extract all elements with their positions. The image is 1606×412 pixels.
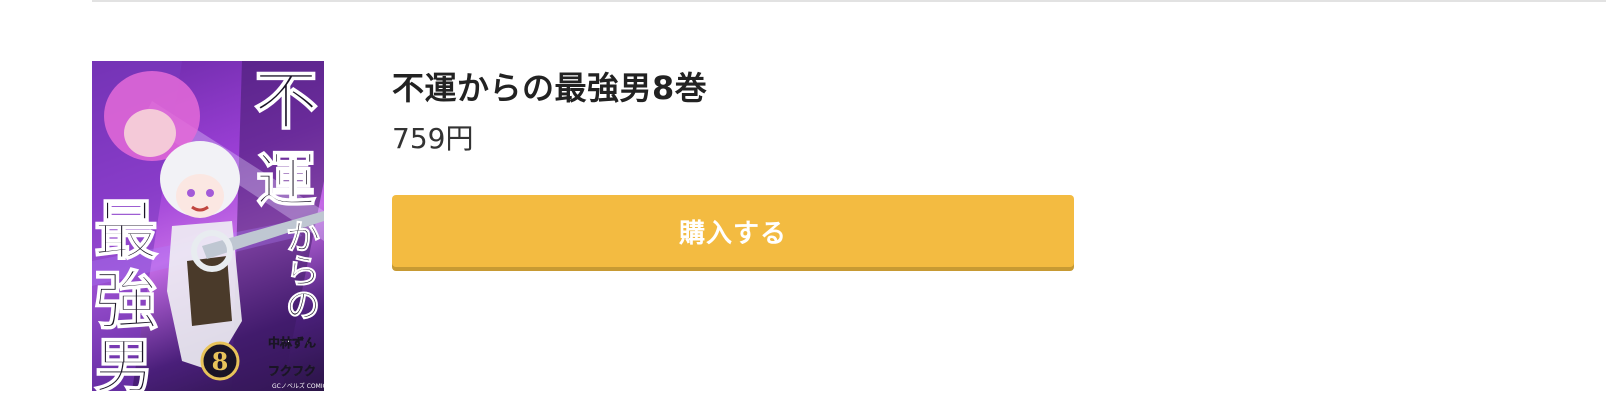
svg-text:中林ずん: 中林ずん — [268, 335, 316, 350]
top-divider — [92, 0, 1606, 2]
svg-text:の: の — [286, 286, 320, 326]
svg-text:フクフク: フクフク — [268, 364, 316, 378]
svg-text:GCノベルズ COMICS: GCノベルズ COMICS — [272, 382, 324, 390]
product-title[interactable]: 不運からの最強男8巻 — [392, 63, 707, 109]
product-card: 不 運 最 強 男 か ら の 8 中林ずん フクフク GCノベルズ COMIC… — [92, 61, 1192, 393]
svg-text:強: 強 — [94, 264, 158, 339]
book-cover-image[interactable]: 不 運 最 強 男 か ら の 8 中林ずん フクフク GCノベルズ COMIC… — [92, 61, 324, 391]
product-price: 759円 — [392, 122, 474, 155]
svg-text:男: 男 — [94, 332, 154, 391]
svg-text:運: 運 — [256, 146, 316, 216]
svg-text:不: 不 — [254, 64, 318, 139]
buy-button[interactable]: 購入する — [392, 195, 1074, 267]
svg-text:8: 8 — [212, 347, 229, 376]
svg-text:最: 最 — [94, 194, 158, 269]
